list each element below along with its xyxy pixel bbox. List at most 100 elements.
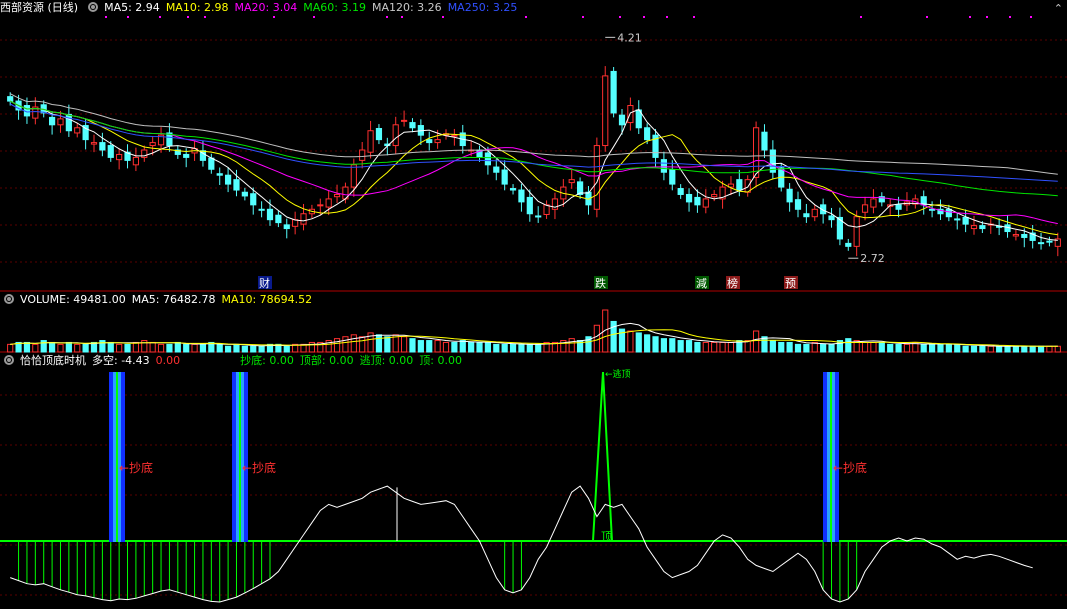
candle (48, 116, 56, 126)
volume-bar (627, 330, 634, 353)
signal-dot (860, 16, 862, 18)
volume-bar (476, 341, 483, 353)
candle (149, 142, 156, 147)
volume-ma10-label: MA10: 78694.52 (221, 293, 313, 306)
ma20-label: MA20: 3.04 (234, 1, 298, 14)
candle (669, 169, 676, 185)
candle (90, 142, 98, 145)
top-spike (592, 371, 613, 542)
volume-gear-icon[interactable] (4, 294, 14, 304)
volume-bar (434, 340, 441, 353)
candle (786, 188, 793, 203)
candle (434, 139, 441, 144)
volume-bar (174, 341, 181, 353)
volume-bar (99, 340, 106, 353)
candle (845, 242, 852, 247)
ma10-label: MA10: 2.98 (165, 1, 229, 14)
chaodi-bar-center (830, 372, 832, 542)
volume-bar (132, 341, 140, 353)
signal-dot (693, 16, 695, 18)
candle (283, 224, 290, 230)
indicator-gear-icon[interactable] (4, 355, 14, 365)
taoding-signal-label: ←逃顶 (605, 368, 631, 380)
ma120-label: MA120: 3.26 (371, 1, 442, 14)
settings-gear-icon[interactable] (88, 2, 99, 12)
chaodi-signal-label: ←抄底 (242, 460, 276, 475)
volume-bar (283, 345, 290, 353)
candle (509, 188, 517, 191)
volume-bar (157, 343, 165, 353)
candle (711, 193, 718, 198)
chaodi-bar-center (239, 372, 241, 542)
volume-bar (417, 340, 424, 353)
candle (392, 124, 399, 147)
candle (694, 196, 701, 206)
candle (493, 166, 500, 173)
volume-bar (962, 345, 969, 353)
volume-bar (769, 340, 776, 353)
signal-dot (187, 16, 189, 18)
event-marker: 跌 (595, 276, 606, 290)
candle (861, 204, 869, 213)
candle (233, 179, 240, 191)
candle (426, 139, 433, 144)
candle (266, 208, 274, 221)
volume-bar (191, 343, 198, 353)
event-marker: 预 (785, 277, 796, 290)
volume-bar (970, 345, 978, 353)
volume-bar (803, 343, 810, 353)
candle (962, 216, 969, 225)
volume-bar (887, 343, 894, 353)
candle (317, 204, 324, 207)
volume-bar (57, 343, 64, 353)
event-marker: 榜 (727, 276, 738, 290)
candle (183, 153, 190, 158)
volume-bar (526, 343, 533, 353)
signal-dot (1030, 16, 1032, 18)
volume-bar (183, 343, 190, 353)
candle (568, 179, 575, 184)
event-marker: 減 (696, 276, 707, 290)
volume-bar (845, 338, 852, 353)
volume-bar (660, 338, 668, 353)
signal-dot (582, 16, 584, 18)
candle (526, 196, 533, 215)
signal-dot (619, 16, 621, 18)
volume-bar (727, 341, 735, 353)
candle (241, 191, 248, 197)
volume-bar (7, 343, 14, 353)
volume-bar (828, 343, 835, 353)
candle (1012, 233, 1020, 237)
volume-bar (1054, 345, 1061, 353)
ding-signal-label: 顶 (601, 530, 612, 543)
volume-bar (400, 336, 408, 353)
signal-dot (926, 16, 928, 18)
volume-bar (141, 340, 148, 353)
candle (359, 149, 366, 161)
candle (7, 96, 14, 102)
candle (208, 157, 215, 170)
taoding-label: 逃顶: 0.00 (359, 354, 414, 367)
volume-bar (903, 343, 911, 353)
candle (107, 145, 114, 158)
candle (300, 213, 307, 225)
ma60-label: MA60: 3.19 (303, 1, 366, 14)
candle (484, 152, 492, 166)
volume-bar (233, 343, 240, 353)
volume-bar (442, 341, 450, 353)
volume-header: VOLUME: 49481.00 MA5: 76482.78 MA10: 78694… (0, 292, 318, 308)
candle (945, 208, 952, 218)
signal-dot (386, 16, 388, 18)
volume-bar (65, 341, 72, 353)
candle (610, 70, 617, 114)
volume-bar (459, 340, 466, 353)
signal-dot (127, 16, 129, 18)
candle (74, 127, 81, 134)
volume-bar (1004, 345, 1011, 353)
volume-bar (979, 345, 986, 353)
signal-dot (204, 16, 206, 18)
indicator-value: 0.00 (155, 354, 181, 367)
candle (501, 169, 508, 185)
candle (116, 153, 123, 161)
volume-bar (258, 345, 265, 353)
